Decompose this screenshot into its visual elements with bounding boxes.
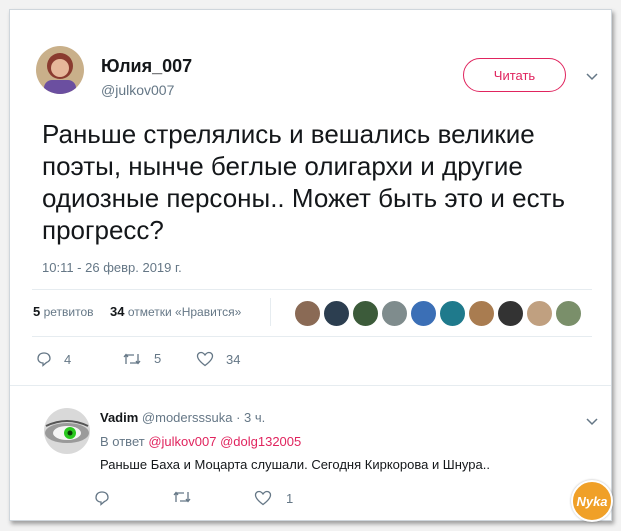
- like-count: 34: [226, 351, 241, 367]
- liker-avatar[interactable]: [352, 300, 379, 327]
- retweet-icon: [123, 352, 141, 365]
- in-reply-to: В ответ @julkov007 @dolg132005: [100, 434, 301, 449]
- reply-author-name[interactable]: Vadim: [100, 410, 138, 425]
- retweets-count: 5: [33, 304, 41, 319]
- reply-author-handle[interactable]: @modersssuka: [142, 410, 233, 425]
- reply-divider: [10, 385, 611, 386]
- divider: [32, 289, 592, 290]
- likes-stat[interactable]: 34 отметки «Нравится»: [110, 304, 241, 319]
- author-handle[interactable]: @julkov007: [101, 82, 174, 98]
- retweets-label: ретвитов: [43, 305, 94, 319]
- retweets-stat[interactable]: 5 ретвитов: [33, 304, 94, 319]
- reply-retweet-action[interactable]: [172, 490, 192, 504]
- reply-action[interactable]: 4: [36, 351, 71, 367]
- author-name[interactable]: Юлия_007: [101, 56, 192, 77]
- retweet-icon: [173, 491, 191, 503]
- like-action[interactable]: 34: [196, 351, 240, 367]
- reply-chevron-down-icon[interactable]: [586, 413, 598, 429]
- liker-avatar[interactable]: [555, 300, 582, 327]
- retweet-action[interactable]: 5: [122, 351, 161, 366]
- reply-reply-action[interactable]: [94, 490, 110, 506]
- liker-avatar[interactable]: [468, 300, 495, 327]
- divider: [32, 336, 592, 337]
- tweet-text: Раньше стрелялись и вешались великие поэ…: [42, 119, 566, 245]
- reply-like-action[interactable]: 1: [254, 490, 293, 506]
- tweet-timestamp[interactable]: 10:11 - 26 февр. 2019 г.: [42, 260, 182, 275]
- liker-avatar[interactable]: [381, 300, 408, 327]
- tweet-card: Юлия_007 @julkov007 Читать Раньше стреля…: [9, 9, 613, 522]
- liker-avatar[interactable]: [439, 300, 466, 327]
- follow-button[interactable]: Читать: [463, 58, 566, 92]
- heart-icon: [196, 351, 214, 367]
- reply-icon: [95, 491, 109, 506]
- liker-avatar[interactable]: [410, 300, 437, 327]
- stats-separator: [270, 298, 271, 326]
- retweet-count: 5: [154, 351, 162, 366]
- reply-like-count: 1: [286, 490, 294, 506]
- reply-text: Раньше Баха и Моцарта слушали. Сегодня К…: [100, 457, 490, 472]
- liker-avatar[interactable]: [323, 300, 350, 327]
- author-avatar[interactable]: [36, 46, 84, 94]
- mention-link[interactable]: @julkov007: [148, 434, 216, 449]
- mention-link[interactable]: @dolg132005: [220, 434, 301, 449]
- liker-avatar[interactable]: [497, 300, 524, 327]
- heart-icon: [254, 490, 272, 506]
- likes-label: отметки «Нравится»: [127, 305, 242, 319]
- reply-avatar[interactable]: [44, 408, 90, 454]
- reply-icon: [37, 352, 51, 367]
- chevron-down-icon[interactable]: [586, 68, 598, 84]
- likes-count: 34: [110, 304, 125, 319]
- reply-header: Vadim @modersssuka · 3 ч.: [100, 410, 265, 425]
- watermark-logo: Nyka: [571, 480, 613, 522]
- reply-age[interactable]: · 3 ч.: [236, 410, 265, 425]
- in-reply-prefix: В ответ: [100, 434, 145, 449]
- liker-avatar[interactable]: [294, 300, 321, 327]
- reply-count: 4: [64, 351, 72, 367]
- liker-avatar[interactable]: [526, 300, 553, 327]
